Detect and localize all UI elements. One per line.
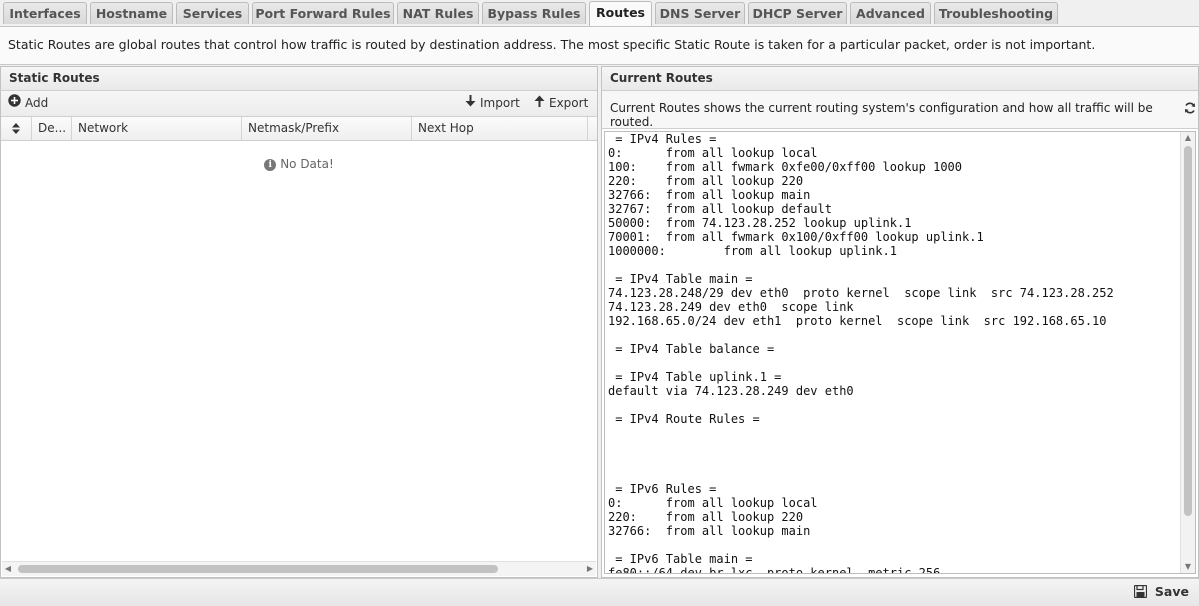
static-routes-toolbar: Add Import Export: [1, 91, 597, 117]
tab-bar: Interfaces Hostname Services Port Forwar…: [0, 0, 1199, 27]
tab-nat-rules[interactable]: NAT Rules: [397, 2, 479, 24]
arrow-down-icon: [465, 91, 476, 116]
current-routes-info-bar: Current Routes shows the current routing…: [602, 91, 1198, 129]
tab-interfaces[interactable]: Interfaces: [3, 2, 87, 24]
scroll-right-icon[interactable]: ▶: [584, 562, 596, 576]
tab-advanced[interactable]: Advanced: [850, 2, 931, 24]
scroll-up-icon[interactable]: ▲: [1181, 132, 1195, 144]
save-label: Save: [1154, 584, 1189, 599]
column-netmask[interactable]: Netmask/Prefix: [242, 117, 412, 140]
column-description[interactable]: De...: [32, 117, 72, 140]
current-routes-panel: Current Routes Current Routes shows the …: [601, 66, 1199, 578]
empty-state: i No Data!: [1, 157, 597, 171]
current-routes-info: Current Routes shows the current routing…: [610, 101, 1153, 129]
info-icon: i: [264, 158, 277, 171]
vertical-scrollbar-thumb[interactable]: [1184, 146, 1192, 516]
column-network[interactable]: Network: [72, 117, 242, 140]
import-button[interactable]: Import: [465, 91, 520, 116]
footer-bar: Save: [0, 578, 1199, 606]
scroll-left-icon[interactable]: ◀: [2, 562, 14, 576]
empty-text: No Data!: [280, 157, 334, 171]
tab-bypass-rules[interactable]: Bypass Rules: [482, 2, 586, 24]
page-description: Static Routes are global routes that con…: [0, 27, 1199, 65]
tab-dhcp-server[interactable]: DHCP Server: [748, 2, 847, 24]
add-button[interactable]: Add: [8, 91, 48, 116]
export-button[interactable]: Export: [534, 91, 588, 116]
static-routes-title: Static Routes: [1, 67, 597, 91]
scrollbar-thumb[interactable]: [18, 565, 498, 573]
horizontal-scrollbar[interactable]: ◀ ▶: [2, 561, 596, 576]
sort-icon: [12, 121, 20, 135]
vertical-scrollbar[interactable]: ▲ ▼: [1180, 132, 1195, 573]
refresh-icon[interactable]: [1184, 102, 1196, 118]
current-routes-title: Current Routes: [602, 67, 1198, 91]
tab-services[interactable]: Services: [176, 2, 249, 24]
scroll-down-icon[interactable]: ▼: [1181, 561, 1195, 573]
tab-dns-server[interactable]: DNS Server: [655, 2, 745, 24]
tab-routes[interactable]: Routes: [589, 1, 652, 26]
tab-hostname[interactable]: Hostname: [90, 2, 173, 24]
tab-troubleshooting[interactable]: Troubleshooting: [934, 2, 1058, 24]
add-label: Add: [25, 96, 49, 110]
static-routes-grid-header: De... Network Netmask/Prefix Next Hop: [1, 117, 597, 141]
tab-port-forward-rules[interactable]: Port Forward Rules: [252, 2, 394, 24]
export-label: Export: [549, 96, 589, 110]
routes-output[interactable]: = IPv4 Rules = 0: from all lookup local …: [604, 131, 1196, 574]
column-next-hop[interactable]: Next Hop: [412, 117, 588, 140]
import-label: Import: [480, 96, 520, 110]
arrow-up-icon: [534, 91, 545, 116]
plus-circle-icon: [8, 91, 21, 116]
save-button[interactable]: Save: [1133, 584, 1189, 599]
sort-column[interactable]: [1, 117, 32, 140]
routes-text: = IPv4 Rules = 0: from all lookup local …: [608, 132, 1114, 574]
save-icon: [1133, 584, 1155, 599]
static-routes-panel: Static Routes Add Import Export De... Ne…: [0, 66, 598, 578]
